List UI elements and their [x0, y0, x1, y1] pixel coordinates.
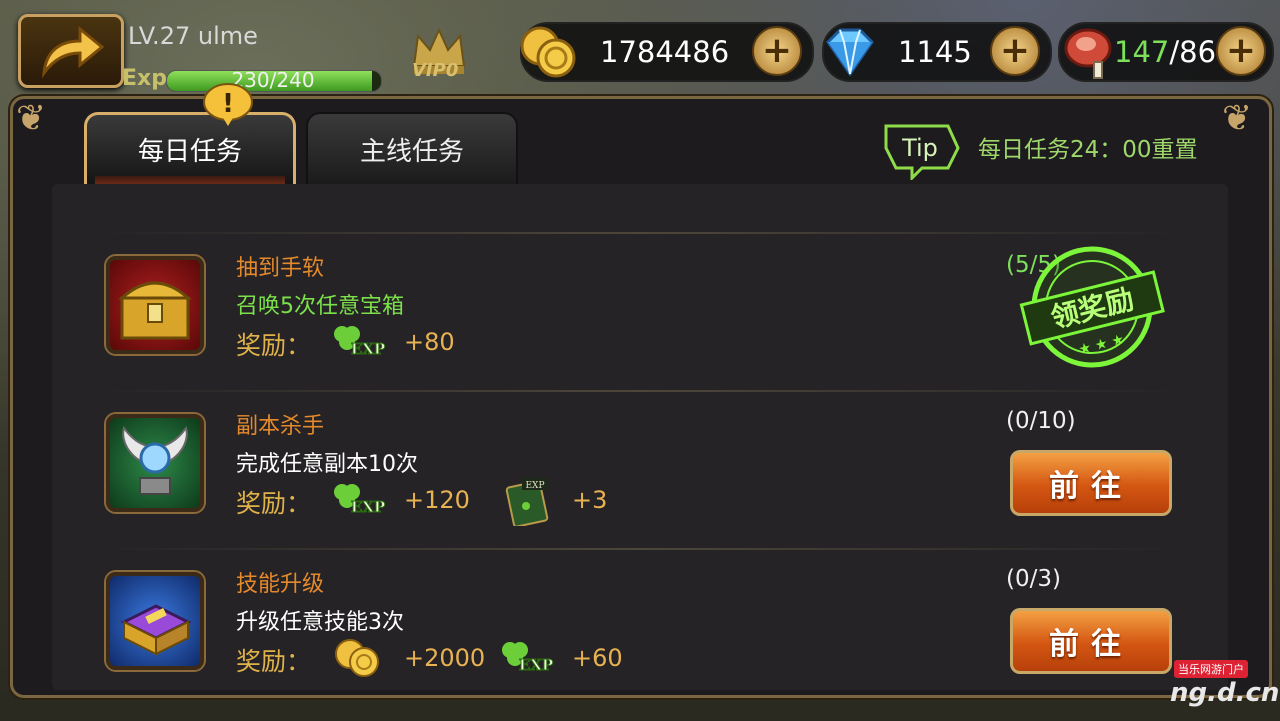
add-stamina-button[interactable]: + — [1216, 26, 1266, 76]
plus-icon: + — [999, 30, 1031, 71]
diamond-icon — [826, 28, 874, 77]
quest-description: 完成任意副本10次 — [236, 452, 418, 477]
tip-icon-label: Tip — [901, 134, 938, 162]
quest-name: 技能升级 — [236, 572, 325, 597]
reward-amount: +3 — [572, 486, 608, 514]
quest-name: 抽到手软 — [236, 256, 325, 281]
clover-exp-icon: EXP — [502, 642, 554, 675]
exp-label: Exp — [122, 66, 167, 91]
diamond-counter: 1145 + — [822, 22, 1052, 82]
add-gold-button[interactable]: + — [752, 26, 802, 76]
winged-orb-icon — [106, 414, 204, 512]
vip-label: VIP0 — [412, 60, 459, 81]
quest-row: 副本杀手 完成任意副本10次 奖励： EXP +120 EXP +3 (0/10… — [0, 394, 1280, 544]
reward-label: 奖励： — [236, 331, 312, 360]
svg-text:EXP: EXP — [519, 656, 553, 674]
meat-icon — [1064, 28, 1112, 79]
clover-exp-icon: EXP — [334, 326, 386, 359]
stamina-max: /86 — [1169, 35, 1217, 69]
tip-bubble-icon: Tip — [884, 124, 960, 180]
claim-reward-stamp[interactable]: 领奖励 ★ ★ ★ — [1010, 240, 1174, 374]
svg-text:EXP: EXP — [351, 340, 385, 358]
reward-amount: +2000 — [404, 644, 486, 672]
divider — [100, 390, 1180, 392]
reward-amount: +120 — [404, 486, 470, 514]
quest-description: 升级任意技能3次 — [236, 610, 404, 635]
stamina-counter: 147/86 + — [1058, 22, 1274, 82]
alert-symbol: ! — [222, 89, 234, 119]
divider — [100, 548, 1180, 550]
tab-main-quests[interactable]: 主线任务 — [306, 112, 518, 184]
clover-exp-icon: EXP — [334, 484, 386, 517]
reward-label: 奖励： — [236, 489, 312, 518]
treasure-chest-icon — [106, 256, 204, 354]
plus-icon: + — [1225, 30, 1257, 71]
quest-progress: (0/3) — [1006, 566, 1061, 592]
stamina-current: 147 — [1114, 35, 1170, 69]
reward-amount: +60 — [572, 644, 623, 672]
reward-label: 奖励： — [236, 647, 312, 676]
quest-name: 副本杀手 — [236, 414, 325, 439]
watermark-line1: 当乐网游门户 — [1174, 660, 1248, 678]
svg-text:EXP: EXP — [525, 481, 544, 491]
add-diamond-button[interactable]: + — [990, 26, 1040, 76]
tab-main-label: 主线任务 — [359, 136, 464, 167]
plus-icon: + — [761, 30, 793, 71]
gold-coin-icon — [520, 26, 576, 78]
go-button-label: 前往 — [1049, 469, 1133, 504]
exp-card-icon: EXP — [505, 478, 549, 526]
divider — [100, 232, 1180, 234]
watermark-line2: ng.d.cn — [1170, 678, 1280, 708]
tab-daily-quests[interactable]: 每日任务 — [84, 112, 296, 184]
gold-coin-icon — [335, 639, 379, 677]
player-level: LV.27 ulme — [128, 22, 258, 50]
exp-text: 230/240 — [231, 68, 315, 92]
corner-ornament-icon: ❦ — [1222, 98, 1253, 139]
tip-text: 每日任务24：00重置 — [978, 137, 1198, 163]
reward-amount: +80 — [404, 328, 455, 356]
go-button[interactable]: 前往 — [1010, 450, 1172, 516]
gold-value: 1784486 — [600, 35, 730, 69]
corner-ornament-icon: ❦ — [16, 98, 47, 139]
tab-accent — [95, 176, 285, 184]
tab-daily-label: 每日任务 — [137, 137, 242, 167]
watermark-logo: 当乐网游门户 ng.d.cn — [1130, 658, 1279, 708]
diamond-value: 1145 — [898, 35, 972, 69]
skill-book-icon — [106, 572, 204, 670]
alert-badge-icon: ! — [203, 83, 253, 126]
back-arrow-icon — [42, 25, 105, 79]
quest-row: 技能升级 升级任意技能3次 奖励： +2000 EXP +60 (0/3) 前往 — [0, 552, 1280, 702]
quest-description: 召唤5次任意宝箱 — [236, 294, 404, 319]
back-button[interactable] — [18, 14, 124, 88]
gold-counter: 1784486 + — [520, 22, 814, 82]
svg-text:EXP: EXP — [351, 498, 385, 516]
go-button-label: 前往 — [1049, 627, 1133, 662]
stamina-value: 147/86 — [1114, 35, 1216, 69]
quest-progress: (0/10) — [1006, 408, 1076, 434]
